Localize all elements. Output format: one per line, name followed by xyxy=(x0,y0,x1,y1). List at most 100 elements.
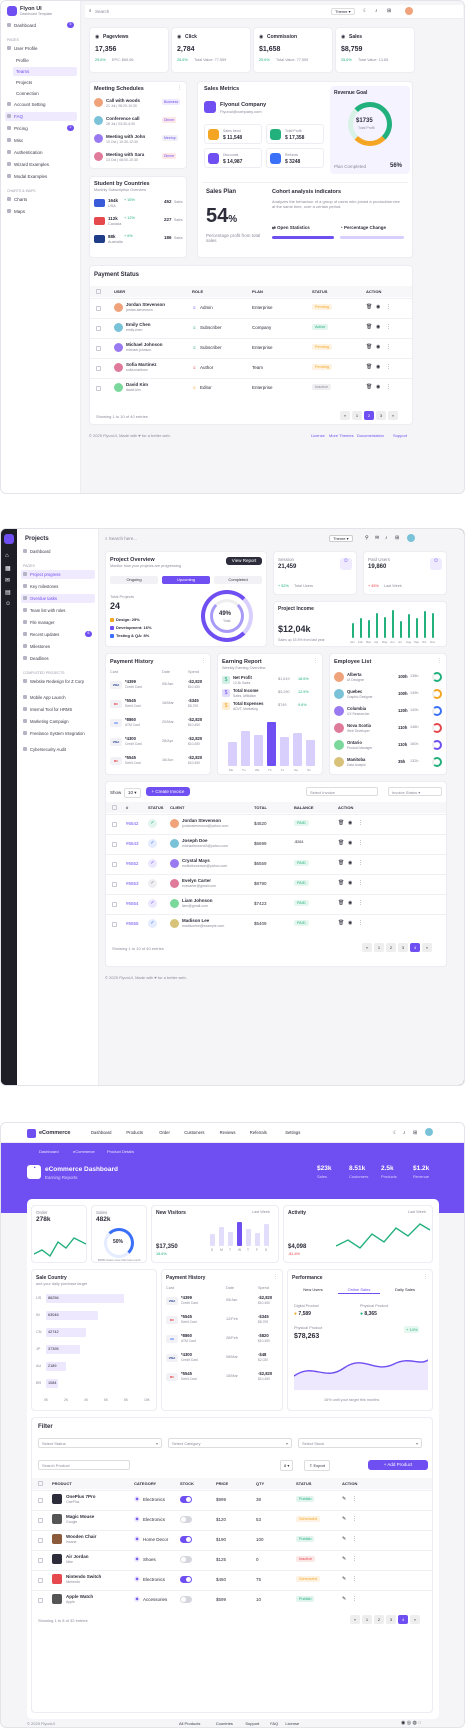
user-avatar[interactable] xyxy=(407,534,415,542)
page-button[interactable]: « xyxy=(350,1615,360,1624)
tab-completed[interactable]: Completed xyxy=(214,576,262,584)
page-button[interactable]: 4 xyxy=(410,943,420,952)
page-button[interactable]: 1 xyxy=(362,1615,372,1624)
invoice-status-select[interactable]: Invoice Status ▾ xyxy=(388,787,442,796)
sidebar-item-misc[interactable]: Misc xyxy=(5,136,77,145)
sidebar-item-freelance-system-integration[interactable]: Freelance System Integration xyxy=(21,729,95,743)
invoice-id[interactable]: #6552 xyxy=(126,861,139,866)
bell-icon[interactable]: ♪ xyxy=(385,535,388,541)
filter-select-status[interactable]: Select Status ▾ xyxy=(38,1438,162,1448)
more-icon[interactable]: ⋮ xyxy=(386,344,391,350)
row-checkbox[interactable] xyxy=(112,862,117,867)
sidebar-item-maps[interactable]: Maps xyxy=(5,207,77,216)
more-icon[interactable]: ⋮ xyxy=(386,304,391,310)
apps-icon[interactable]: ⊞ xyxy=(413,1130,417,1136)
more-icon[interactable]: ⋮ xyxy=(358,900,363,906)
more-icon[interactable]: ⋮ xyxy=(386,324,391,330)
page-button[interactable]: » xyxy=(388,411,398,420)
sidebar-item-connection[interactable]: Connection xyxy=(13,89,77,98)
more-icon[interactable]: ⋮ xyxy=(386,364,391,370)
page-button[interactable]: 2 xyxy=(386,943,396,952)
row-checkbox[interactable] xyxy=(38,1538,43,1543)
create-invoice-button[interactable]: + Create Invoice xyxy=(146,787,190,796)
stock-toggle[interactable] xyxy=(180,1556,192,1563)
delete-icon[interactable]: 🗑 xyxy=(338,860,344,866)
row-checkbox[interactable] xyxy=(96,326,101,331)
footer-link[interactable]: Support xyxy=(245,1721,259,1726)
rail-chat-icon[interactable]: ✉ xyxy=(5,577,10,584)
sidebar-item-cybersecurity-audit[interactable]: Cybersecurity Audit xyxy=(21,745,95,754)
footer-link[interactable]: Support xyxy=(393,433,407,438)
tab-daily-sales[interactable]: Daily Sales xyxy=(384,1286,426,1294)
invoice-id[interactable]: #6553 xyxy=(126,881,139,886)
footer-link[interactable]: All Products xyxy=(179,1721,200,1726)
row-checkbox[interactable] xyxy=(38,1498,43,1503)
sidebar-item-account-setting[interactable]: Account Setting xyxy=(5,100,77,109)
row-checkbox[interactable] xyxy=(38,1518,43,1523)
page-button[interactable]: « xyxy=(340,411,350,420)
row-checkbox[interactable] xyxy=(38,1558,43,1563)
row-checkbox[interactable] xyxy=(112,902,117,907)
view-icon[interactable]: ◉ xyxy=(376,304,380,310)
invoice-id[interactable]: #6542 xyxy=(126,821,139,826)
tab-upcoming[interactable]: Upcoming xyxy=(162,576,210,584)
invoice-id[interactable]: #6554 xyxy=(126,901,139,906)
view-icon[interactable]: ◉ xyxy=(376,344,380,350)
breadcrumb-item[interactable]: Dashboard xyxy=(39,1149,59,1154)
stock-toggle[interactable] xyxy=(180,1536,192,1543)
add-product-button[interactable]: + Add Product xyxy=(368,1460,428,1470)
rail-home-icon[interactable]: ⌂ xyxy=(5,553,9,559)
edit-icon[interactable]: ✎ xyxy=(342,1516,346,1522)
more-icon[interactable]: ⋮ xyxy=(358,860,363,866)
menu-products[interactable]: Products xyxy=(126,1130,143,1135)
apps-icon[interactable]: ⊞ xyxy=(395,535,399,541)
sidebar-item-team-list-with-roles[interactable]: Team list with roles xyxy=(21,606,95,615)
social-icons[interactable]: ◉ ◎ ◍ ◌ xyxy=(401,1720,421,1726)
edit-icon[interactable]: ✎ xyxy=(342,1596,346,1602)
sidebar-item-dashboard[interactable]: Dashboard xyxy=(21,547,95,556)
menu-referrals[interactable]: Referrals xyxy=(250,1130,267,1135)
moon-icon[interactable]: ☾ xyxy=(393,1130,397,1136)
sidebar-item-wizard-examples[interactable]: Wizard Examples xyxy=(5,160,77,169)
search-input[interactable]: Search xyxy=(95,9,109,14)
breadcrumb-item[interactable]: Product Details xyxy=(107,1149,134,1154)
sidebar-item-project-progress[interactable]: Project progress xyxy=(21,570,95,579)
sidebar-item-projects[interactable]: Projects xyxy=(13,78,77,87)
moon-icon[interactable]: ☾ xyxy=(363,8,367,14)
row-checkbox[interactable] xyxy=(112,922,117,927)
row-checkbox[interactable] xyxy=(38,1598,43,1603)
more-icon[interactable]: ⋮ xyxy=(437,658,442,664)
more-icon[interactable]: ⋮ xyxy=(352,1556,357,1562)
sidebar-item-charts[interactable]: Charts xyxy=(5,195,77,204)
user-avatar[interactable] xyxy=(425,1128,433,1136)
search-product-input[interactable]: Search Product xyxy=(38,1460,130,1470)
view-icon[interactable]: ◉ xyxy=(376,324,380,330)
view-icon[interactable]: ◉ xyxy=(376,364,380,370)
delete-icon[interactable]: 🗑 xyxy=(366,304,372,310)
edit-icon[interactable]: ✎ xyxy=(342,1536,346,1542)
sidebar-item-mobile-app-launch[interactable]: Mobile App Launch xyxy=(21,693,95,702)
delete-icon[interactable]: 🗑 xyxy=(338,920,344,926)
more-icon[interactable]: ⋮ xyxy=(358,880,363,886)
tab-new-users[interactable]: New Users xyxy=(292,1286,334,1294)
sidebar-item-pricing[interactable]: Pricing 2 xyxy=(5,124,77,133)
page-button[interactable]: 2 xyxy=(364,411,374,420)
stock-toggle[interactable] xyxy=(180,1596,192,1603)
more-icon[interactable]: ⋮ xyxy=(358,820,363,826)
sidebar-item-faq[interactable]: FAQ xyxy=(5,112,77,121)
open-statistics-link[interactable]: ⇄ Open Statistics xyxy=(272,225,310,231)
select-all-checkbox[interactable] xyxy=(112,805,117,810)
sidebar-item-authentication[interactable]: Authentication xyxy=(5,148,77,157)
user-avatar[interactable] xyxy=(405,7,413,15)
select-invoice-input[interactable]: Select Invoice xyxy=(306,787,378,796)
more-icon[interactable]: ⋮ xyxy=(352,1496,357,1502)
page-button[interactable]: « xyxy=(362,943,372,952)
stock-toggle[interactable] xyxy=(180,1496,192,1503)
more-icon[interactable]: ⋮ xyxy=(273,1274,278,1280)
view-report-button[interactable]: View Report xyxy=(226,557,262,565)
search-input[interactable]: ⌕ Search here... xyxy=(105,536,137,541)
bell-icon[interactable]: ♪ xyxy=(403,1130,406,1136)
filter-select-stock[interactable]: Select Stock ▾ xyxy=(298,1438,422,1448)
theme-select[interactable]: Theme ▾ xyxy=(331,8,355,15)
delete-icon[interactable]: 🗑 xyxy=(366,384,372,390)
